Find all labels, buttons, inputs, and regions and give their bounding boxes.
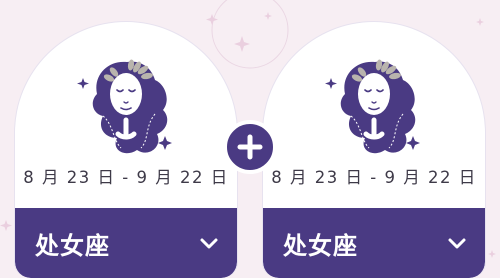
- virgo-icon: [325, 59, 420, 154]
- date-range: 8 月 23 日 - 9 月 22 日: [271, 168, 477, 187]
- chevron-down-icon: [200, 238, 218, 249]
- selected-sign-label: 处女座: [283, 231, 358, 260]
- selected-sign-label: 处女座: [35, 231, 110, 260]
- virgo-icon: [77, 59, 172, 154]
- date-range: 8 月 23 日 - 9 月 22 日: [23, 168, 229, 187]
- chevron-down-icon: [448, 238, 466, 249]
- second-sign-dropdown[interactable]: 处女座: [263, 208, 485, 278]
- first-sign-card: 8 月 23 日 - 9 月 22 日 处女座: [14, 21, 238, 278]
- first-sign-dropdown[interactable]: 处女座: [15, 208, 237, 278]
- combine-signs-button[interactable]: [223, 120, 277, 174]
- plus-icon: [237, 134, 263, 160]
- second-sign-card: 8 月 23 日 - 9 月 22 日 处女座: [262, 21, 486, 278]
